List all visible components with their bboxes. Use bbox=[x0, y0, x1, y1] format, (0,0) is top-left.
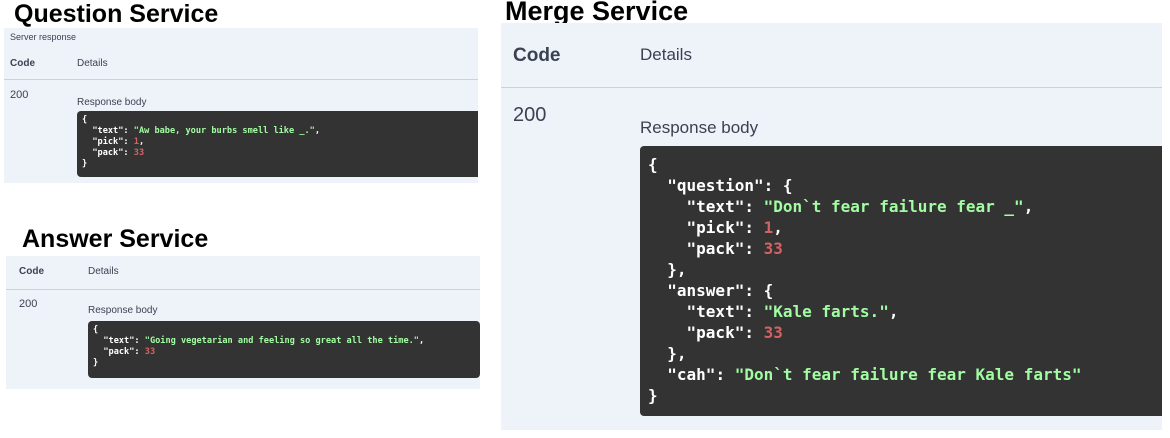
json-question-pick-value: 1 bbox=[763, 218, 774, 237]
code-column-header: Code bbox=[19, 266, 44, 277]
json-text-value: "Aw babe, your burbs smell like _." bbox=[133, 126, 315, 136]
json-question-text-value: "Don`t fear failure fear _" bbox=[763, 197, 1024, 216]
json-pack-value: 33 bbox=[144, 347, 156, 357]
response-body-code[interactable]: { "question": { "text": "Don`t fear fail… bbox=[640, 146, 1162, 416]
json-text-value: "Going vegetarian and feeling so great a… bbox=[144, 336, 419, 346]
details-column-header: Details bbox=[640, 45, 692, 64]
json-pack-value: 33 bbox=[133, 148, 145, 158]
code-column-header: Code bbox=[10, 58, 35, 69]
response-code: 200 bbox=[10, 89, 29, 101]
header-divider bbox=[501, 87, 1162, 88]
header-divider bbox=[4, 79, 478, 80]
json-answer-text-value: "Kale farts." bbox=[763, 302, 889, 321]
response-body-code[interactable]: { "text": "Aw babe, your burbs smell lik… bbox=[77, 111, 478, 177]
json-cah-value: "Don`t fear failure fear Kale farts" bbox=[734, 365, 1082, 384]
answer-service-title: Answer Service bbox=[22, 225, 209, 253]
response-body-label: Response body bbox=[640, 118, 759, 137]
response-code: 200 bbox=[19, 298, 38, 310]
question-service-panel: Server response Code Details 200 Respons… bbox=[4, 28, 478, 183]
response-body-label: Response body bbox=[88, 305, 158, 316]
response-body-label: Response body bbox=[77, 97, 147, 108]
response-body-code[interactable]: { "text": "Going vegetarian and feeling … bbox=[88, 321, 480, 378]
answer-service-panel: Code Details 200 Response body { "text":… bbox=[6, 256, 480, 389]
json-question-pack-value: 33 bbox=[763, 239, 783, 258]
question-service-title: Question Service bbox=[14, 0, 219, 28]
details-column-header: Details bbox=[88, 266, 119, 277]
merge-service-panel: Code Details 200 Response body { "questi… bbox=[501, 23, 1162, 430]
merge-service-title: Merge Service bbox=[505, 0, 689, 26]
json-answer-pack-value: 33 bbox=[763, 323, 783, 342]
code-column-header: Code bbox=[513, 45, 561, 66]
server-response-label: Server response bbox=[10, 32, 77, 42]
header-divider bbox=[6, 289, 480, 290]
details-column-header: Details bbox=[77, 58, 108, 69]
response-code: 200 bbox=[513, 104, 547, 126]
